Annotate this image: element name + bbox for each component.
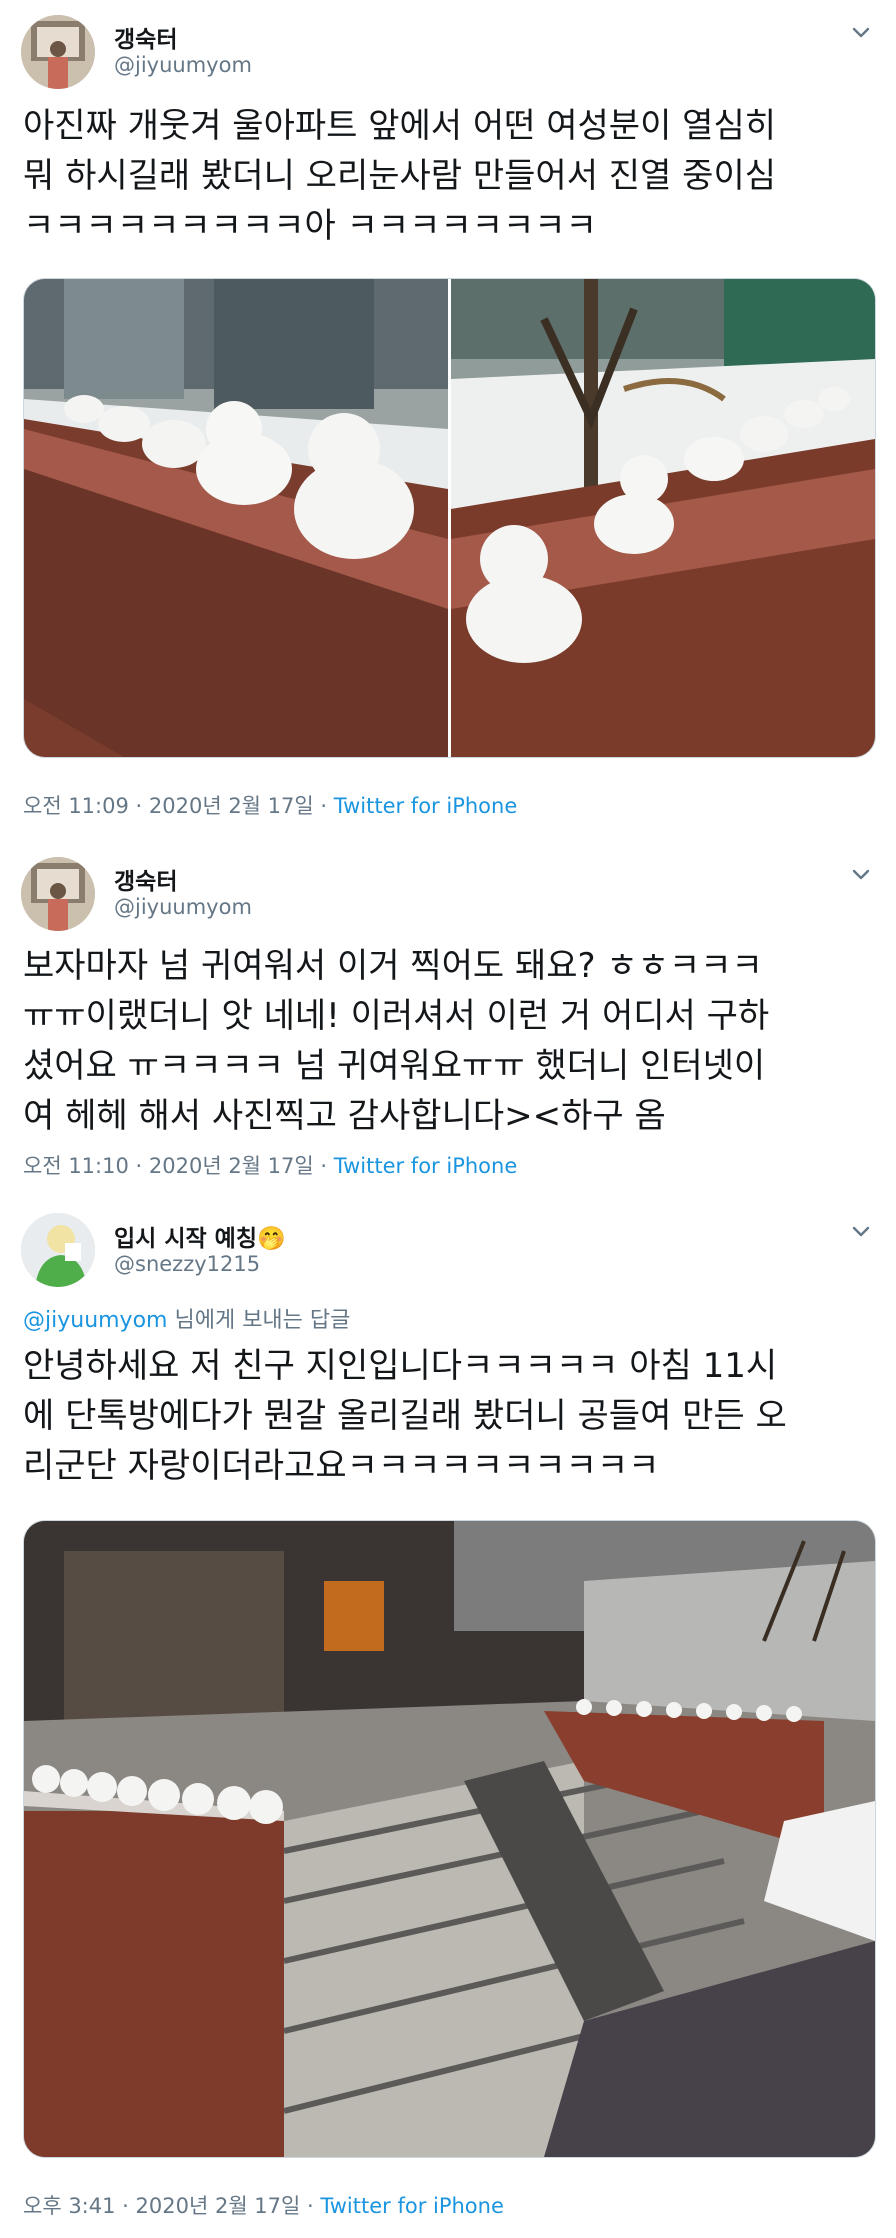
tweet-meta: 오전 11:09 · 2020년 2월 17일 · Twitter for iP… bbox=[23, 790, 517, 820]
tweet-time[interactable]: 오전 11:10 bbox=[23, 1154, 129, 1178]
meta-separator: · bbox=[128, 1154, 149, 1178]
tweet-photo[interactable] bbox=[23, 1520, 876, 2158]
meta-separator: · bbox=[300, 2194, 321, 2218]
tweet-text-line: 보자마자 넘 귀여워서 이거 찍어도 돼요? ㅎㅎㅋㅋㅋ bbox=[23, 946, 763, 986]
tweet-text-line: 뭐 하시길래 봤더니 오리눈사람 만들어서 진열 중이심 bbox=[23, 156, 777, 196]
reply-context: @jiyuumyom 님에게 보내는 답글 bbox=[23, 1302, 350, 1334]
tweet-text: 안녕하세요 저 친구 지인입니다ㅋㅋㅋㅋㅋ 아침 11시 에 단톡방에다가 뭔갈… bbox=[23, 1341, 873, 1491]
photo-2[interactable] bbox=[451, 279, 875, 757]
chevron-down-icon[interactable] bbox=[848, 20, 874, 46]
meta-separator: · bbox=[115, 2194, 136, 2218]
chevron-down-icon[interactable] bbox=[848, 1219, 874, 1245]
tweet-photo-grid[interactable] bbox=[23, 278, 876, 758]
avatar[interactable] bbox=[21, 15, 95, 89]
tweet-2: 갱숙터 @jiyuumyom 보자마자 넘 귀여워서 이거 찍어도 돼요? ㅎㅎ… bbox=[0, 840, 896, 1200]
tweet-time[interactable]: 오전 11:09 bbox=[23, 794, 129, 818]
meta-separator: · bbox=[313, 1154, 334, 1178]
tweet-text-line: 셨어요 ㅠㅋㅋㅋㅋ 넘 귀여워요ㅠㅠ 했더니 인터넷이 bbox=[23, 1046, 766, 1086]
avatar[interactable] bbox=[21, 857, 95, 931]
reply-suffix: 님에게 보내는 답글 bbox=[167, 1308, 351, 1333]
tweet-text-line: 아진짜 개웃겨 울아파트 앞에서 어떤 여성분이 열심히 bbox=[23, 106, 777, 146]
user-handle[interactable]: @jiyuumyom bbox=[114, 53, 252, 77]
tweet-1: 갱숙터 @jiyuumyom 아진짜 개웃겨 울아파트 앞에서 어떤 여성분이 … bbox=[0, 0, 896, 830]
avatar[interactable] bbox=[21, 1213, 95, 1287]
tweet-3: 입시 시작 예칭🤭 @snezzy1215 @jiyuumyom 님에게 보내는… bbox=[0, 1200, 896, 2238]
tweet-date[interactable]: 2020년 2월 17일 bbox=[136, 2194, 301, 2218]
meta-separator: · bbox=[313, 794, 334, 818]
tweet-meta: 오전 11:10 · 2020년 2월 17일 · Twitter for iP… bbox=[23, 1150, 517, 1180]
tweet-time[interactable]: 오후 3:41 bbox=[23, 2194, 115, 2218]
meta-separator: · bbox=[128, 794, 149, 818]
tweet-text-line: ㅠㅠ이랬더니 앗 네네! 이러셔서 이런 거 어디서 구하 bbox=[23, 996, 770, 1036]
tweet-date[interactable]: 2020년 2월 17일 bbox=[149, 1154, 314, 1178]
reply-mention-link[interactable]: @jiyuumyom bbox=[23, 1308, 167, 1333]
tweet-text-line: 안녕하세요 저 친구 지인입니다ㅋㅋㅋㅋㅋ 아침 11시 bbox=[23, 1346, 778, 1386]
tweet-text-line: 리군단 자랑이더라고요ㅋㅋㅋㅋㅋㅋㅋㅋㅋㅋ bbox=[23, 1446, 660, 1486]
chevron-down-icon[interactable] bbox=[848, 862, 874, 888]
tweet-meta: 오후 3:41 · 2020년 2월 17일 · Twitter for iPh… bbox=[23, 2190, 504, 2220]
tweet-text: 아진짜 개웃겨 울아파트 앞에서 어떤 여성분이 열심히 뭐 하시길래 봤더니 … bbox=[23, 101, 873, 251]
photo-1[interactable] bbox=[24, 279, 448, 757]
tweet-text-line: ㅋㅋㅋㅋㅋㅋㅋㅋㅋ아 ㅋㅋㅋㅋㅋㅋㅋㅋ bbox=[23, 206, 597, 246]
display-name[interactable]: 갱숙터 bbox=[114, 20, 177, 54]
display-name[interactable]: 갱숙터 bbox=[114, 862, 177, 896]
user-handle[interactable]: @snezzy1215 bbox=[114, 1252, 260, 1276]
user-handle[interactable]: @jiyuumyom bbox=[114, 895, 252, 919]
tweet-text: 보자마자 넘 귀여워서 이거 찍어도 돼요? ㅎㅎㅋㅋㅋ ㅠㅠ이랬더니 앗 네네… bbox=[23, 941, 873, 1141]
tweet-source-link[interactable]: Twitter for iPhone bbox=[334, 794, 518, 818]
tweet-date[interactable]: 2020년 2월 17일 bbox=[149, 794, 314, 818]
tweet-source-link[interactable]: Twitter for iPhone bbox=[320, 2194, 504, 2218]
tweet-text-line: 여 헤헤 해서 사진찍고 감사합니다><하구 옴 bbox=[23, 1096, 666, 1136]
tweet-source-link[interactable]: Twitter for iPhone bbox=[334, 1154, 518, 1178]
tweet-text-line: 에 단톡방에다가 뭔갈 올리길래 봤더니 공들여 만든 오 bbox=[23, 1396, 787, 1436]
display-name[interactable]: 입시 시작 예칭🤭 bbox=[114, 1219, 286, 1253]
